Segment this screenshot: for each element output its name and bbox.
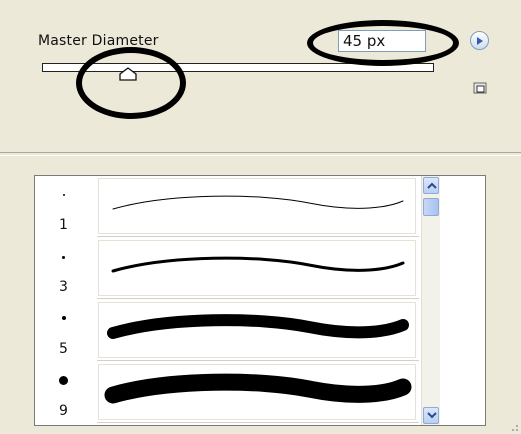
brush-stroke-preview	[98, 302, 416, 358]
brush-size-cell: 1	[35, 176, 97, 237]
brush-preset-row[interactable]: 1	[35, 176, 419, 237]
brush-stroke-preview	[98, 178, 416, 234]
brush-size-label: 5	[59, 341, 68, 357]
brush-tip-preview	[63, 194, 65, 196]
flyout-menu-arrow-icon	[477, 37, 483, 45]
brush-preset-row[interactable]: 3	[35, 238, 419, 299]
brush-tip-preview	[62, 316, 66, 320]
brush-stroke-line	[111, 256, 405, 273]
brush-size-cell: 5	[35, 300, 97, 361]
scroll-down-arrow-icon	[427, 412, 437, 419]
brush-stroke-preview	[98, 364, 416, 420]
new-preset-icon[interactable]	[472, 80, 488, 96]
annotation-circle-slider-thumb	[76, 47, 186, 119]
brush-size-cell: 9	[35, 362, 97, 423]
brush-preset-row[interactable]: 5	[35, 300, 419, 361]
scroll-thumb[interactable]	[423, 198, 439, 216]
brush-preset-row[interactable]: 9	[35, 362, 419, 423]
brush-stroke-preview	[98, 240, 416, 296]
brush-size-label: 3	[59, 279, 68, 295]
brush-presets-panel: Master Diameter 1	[0, 0, 521, 434]
brush-tip-preview	[62, 256, 65, 259]
panel-divider	[0, 152, 521, 156]
brush-size-label: 1	[59, 217, 68, 233]
brush-preset-list: 1 3 5 9	[34, 175, 486, 426]
annotation-circle-size-input	[307, 20, 459, 66]
brush-stroke-line	[107, 314, 409, 339]
brush-size-label: 9	[59, 403, 68, 419]
scroll-up-arrow-icon	[427, 182, 437, 189]
flyout-menu-button[interactable]	[470, 31, 489, 50]
brush-stroke-line	[112, 195, 404, 210]
scroll-up-button[interactable]	[423, 177, 439, 194]
brush-stroke-line	[104, 373, 412, 404]
brush-size-cell: 3	[35, 238, 97, 299]
scroll-down-button[interactable]	[423, 407, 439, 424]
brush-tip-preview	[59, 376, 68, 385]
vertical-scrollbar[interactable]	[421, 176, 440, 425]
resize-grip-icon[interactable]	[509, 422, 519, 432]
